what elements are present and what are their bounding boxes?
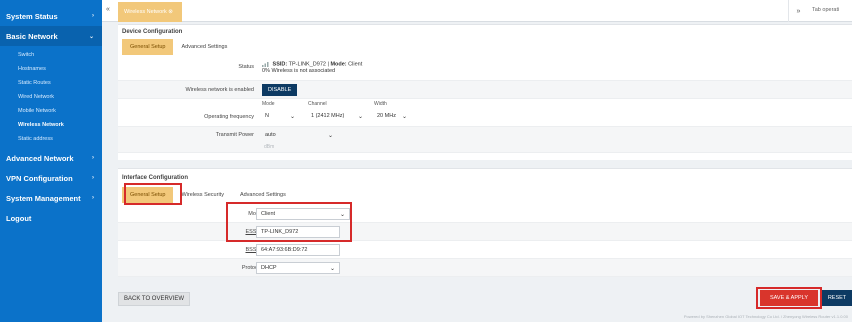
status-signal: 0% xyxy=(262,68,270,75)
footer-text: Powered by Shenzhen Global IOT Technolog… xyxy=(683,314,848,319)
status-row: Status SSID: TP-LINK_D972 | Mode: Client… xyxy=(118,57,852,81)
sidebar-item-logout[interactable]: Logout xyxy=(0,208,102,228)
transmit-power-unit: dBm xyxy=(264,144,275,150)
sidebar-subitem-wireless-network[interactable]: Wireless Network xyxy=(0,118,102,132)
chevron-down-icon: ⌄ xyxy=(289,113,295,120)
sidebar-item-system-management[interactable]: System Management › xyxy=(0,188,102,208)
sidebar: System Status › Basic Network ⌄ Switch H… xyxy=(0,0,102,322)
protocol-select[interactable]: DHCP ⌄ xyxy=(256,262,340,274)
mode-select[interactable]: N ⌄ xyxy=(260,110,300,122)
sidebar-subitem-static-routes[interactable]: Static Routes xyxy=(0,76,102,90)
chevron-right-icon: › xyxy=(92,13,94,19)
chevron-down-icon: ⌄ xyxy=(357,113,363,120)
protocol-select-value: DHCP xyxy=(261,265,277,271)
mode-select[interactable]: Client ⌄ xyxy=(256,208,350,220)
tab-bar: « Wireless Network ⊗ » Tab operati xyxy=(102,0,852,22)
interface-subtabs: General Setup Wireless Security Advanced… xyxy=(122,187,294,203)
bssid-row: BSSID 64:A7:93:6B:D9:72 xyxy=(118,241,852,259)
chevron-right-icon: › xyxy=(92,195,94,201)
interface-configuration-panel: Interface Configuration General Setup Wi… xyxy=(118,168,852,277)
tab-general-setup[interactable]: General Setup xyxy=(122,39,174,55)
tab-scroll-left-icon[interactable]: « xyxy=(106,6,110,13)
enabled-row: Wireless network is enabled DISABLE xyxy=(118,81,852,99)
sidebar-subitem-hostnames[interactable]: Hostnames xyxy=(0,62,102,76)
disable-button[interactable]: DISABLE xyxy=(262,84,298,96)
sidebar-subitem-mobile-network[interactable]: Mobile Network xyxy=(0,104,102,118)
width-select[interactable]: 20 MHz ⌄ xyxy=(372,110,412,122)
status-mode: Client xyxy=(348,61,363,68)
essid-input[interactable]: TP-LINK_D972 xyxy=(256,226,340,238)
transmit-power-label: Transmit Power xyxy=(215,132,254,138)
device-configuration-panel: Device Configuration General Setup Advan… xyxy=(118,24,852,160)
status-mode-label: Mode: xyxy=(330,61,347,68)
mode-header: Mode xyxy=(262,101,275,107)
transmit-power-select[interactable]: auto ⌄ xyxy=(260,129,338,141)
sidebar-item-label: VPN Configuration xyxy=(6,173,73,183)
chevron-down-icon: ⌄ xyxy=(88,33,94,40)
status-value: SSID: TP-LINK_D972 | Mode: Client 0% Wir… xyxy=(262,61,363,75)
back-to-overview-button[interactable]: BACK TO OVERVIEW xyxy=(118,292,191,306)
status-ssid-label: SSID: xyxy=(272,61,288,68)
tab-operations-menu[interactable]: Tab operati xyxy=(812,7,839,13)
tab-general-setup[interactable]: General Setup xyxy=(122,187,174,203)
tab-wireless-network[interactable]: Wireless Network ⊗ xyxy=(118,2,182,22)
status-association: Wireless is not associated xyxy=(271,68,336,75)
transmit-power-value: auto xyxy=(265,132,276,138)
enabled-label: Wireless network is enabled xyxy=(185,87,254,93)
chevron-right-icon: › xyxy=(92,175,94,181)
panel-title: Device Configuration xyxy=(122,29,183,35)
chevron-down-icon: ⌄ xyxy=(329,265,335,272)
protocol-row: Protocol DHCP ⌄ xyxy=(118,259,852,277)
mode-row: Mode Client ⌄ xyxy=(118,205,852,223)
sidebar-subitem-static-address[interactable]: Static address xyxy=(0,132,102,146)
mode-select-value: N xyxy=(265,113,269,119)
sidebar-item-label: Advanced Network xyxy=(6,153,74,163)
tab-wireless-security[interactable]: Wireless Security xyxy=(173,187,231,203)
width-header: Width xyxy=(374,101,387,107)
sidebar-item-label: System Management xyxy=(6,193,81,203)
sidebar-item-basic-network[interactable]: Basic Network ⌄ xyxy=(0,26,102,46)
sidebar-item-label: Basic Network xyxy=(6,31,58,41)
sidebar-item-label: Logout xyxy=(6,213,32,223)
frequency-row: Mode Channel Width Operating frequency N… xyxy=(118,99,852,127)
chevron-down-icon: ⌄ xyxy=(327,132,333,139)
device-subtabs: General Setup Advanced Settings xyxy=(122,39,235,55)
chevron-down-icon: ⌄ xyxy=(339,211,345,218)
sidebar-item-vpn-configuration[interactable]: VPN Configuration › xyxy=(0,168,102,188)
reset-button[interactable]: RESET xyxy=(822,290,852,306)
channel-select-value: 1 (2412 MHz) xyxy=(311,113,345,119)
sidebar-subitem-wired-network[interactable]: Wired Network xyxy=(0,90,102,104)
sidebar-subitem-switch[interactable]: Switch xyxy=(0,48,102,62)
channel-header: Channel xyxy=(308,101,327,107)
essid-row: ESSID TP-LINK_D972 xyxy=(118,223,852,241)
chevron-right-icon: › xyxy=(92,155,94,161)
sidebar-item-advanced-network[interactable]: Advanced Network › xyxy=(0,148,102,168)
mode-select-value: Client xyxy=(261,211,276,217)
status-ssid: TP-LINK_D972 xyxy=(288,61,326,68)
signal-icon xyxy=(262,62,269,67)
frequency-label: Operating frequency xyxy=(204,114,254,120)
bssid-input[interactable]: 64:A7:93:6B:D9:72 xyxy=(256,244,340,256)
width-select-value: 20 MHz xyxy=(377,113,396,119)
tab-scroll-right-icon[interactable]: » xyxy=(788,0,808,22)
tab-advanced-settings[interactable]: Advanced Settings xyxy=(232,187,294,203)
sidebar-item-system-status[interactable]: System Status › xyxy=(0,6,102,26)
sidebar-item-label: System Status xyxy=(6,11,58,21)
panel-title: Interface Configuration xyxy=(122,175,189,181)
status-label: Status xyxy=(238,64,254,70)
tab-advanced-settings[interactable]: Advanced Settings xyxy=(173,39,235,55)
chevron-down-icon: ⌄ xyxy=(401,113,407,120)
transmit-power-row: Transmit Power auto ⌄ dBm xyxy=(118,127,852,153)
save-apply-button[interactable]: SAVE & APPLY xyxy=(760,290,818,306)
channel-select[interactable]: 1 (2412 MHz) ⌄ xyxy=(306,110,368,122)
